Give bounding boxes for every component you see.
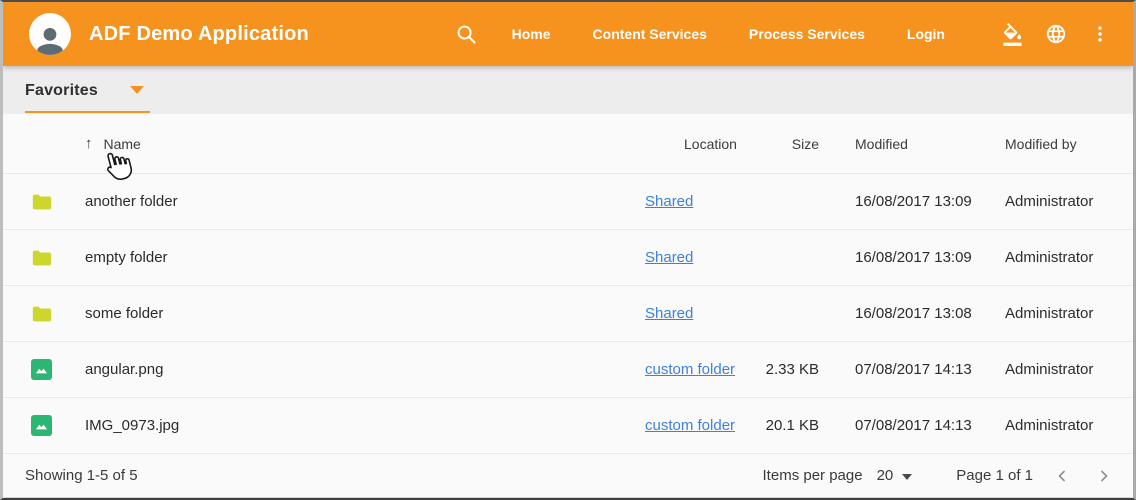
paginator: Items per page 20 Page 1 of 1 xyxy=(763,463,1117,489)
modified-date: 07/08/2017 14:13 xyxy=(839,417,989,434)
modified-by: Administrator xyxy=(989,417,1109,434)
modified-date: 16/08/2017 13:09 xyxy=(839,249,989,266)
table-row[interactable]: empty folder Shared 16/08/2017 13:09 Adm… xyxy=(3,230,1133,286)
items-per-page-label: Items per page xyxy=(763,467,863,484)
file-size: 2.33 KB xyxy=(754,361,839,378)
column-header-size[interactable]: Size xyxy=(754,136,839,152)
appbar-tool-icons xyxy=(981,21,1113,47)
table-footer: Showing 1-5 of 5 Items per page 20 Page … xyxy=(3,454,1133,497)
items-per-page-value: 20 xyxy=(877,467,894,484)
nav-home[interactable]: Home xyxy=(512,26,551,42)
color-fill-icon[interactable] xyxy=(999,21,1025,47)
location-link[interactable]: custom folder xyxy=(645,361,735,378)
file-name[interactable]: some folder xyxy=(85,305,639,322)
language-globe-icon[interactable] xyxy=(1043,21,1069,47)
sort-ascending-arrow-icon[interactable]: ↑ xyxy=(85,135,93,152)
table-row[interactable]: another folder Shared 16/08/2017 13:09 A… xyxy=(3,174,1133,230)
table-row[interactable]: some folder Shared 16/08/2017 13:08 Admi… xyxy=(3,286,1133,342)
modified-by: Administrator xyxy=(989,305,1109,322)
nav-login[interactable]: Login xyxy=(907,26,945,42)
column-header-modified-by[interactable]: Modified by xyxy=(989,136,1109,152)
nav-process-services[interactable]: Process Services xyxy=(749,26,865,42)
chevron-right-icon[interactable] xyxy=(1091,463,1117,489)
location-link[interactable]: Shared xyxy=(645,193,693,210)
column-header-name[interactable]: ↑ Name xyxy=(85,135,639,152)
modified-date: 16/08/2017 13:08 xyxy=(839,305,989,322)
items-per-page-select[interactable]: 20 xyxy=(877,467,913,484)
column-header-name-label: Name xyxy=(104,136,141,152)
showing-count: Showing 1-5 of 5 xyxy=(25,467,138,484)
app-header: ADF Demo Application Home Content Servic… xyxy=(3,2,1133,66)
file-name[interactable]: IMG_0973.jpg xyxy=(85,417,639,434)
folder-icon xyxy=(31,303,53,325)
nav-content-services[interactable]: Content Services xyxy=(593,26,707,42)
image-icon xyxy=(31,415,52,436)
location-link[interactable]: custom folder xyxy=(645,417,735,434)
modified-by: Administrator xyxy=(989,193,1109,210)
modified-by: Administrator xyxy=(989,361,1109,378)
tab-favorites[interactable]: Favorites xyxy=(25,82,150,113)
image-icon xyxy=(31,359,52,380)
appbar-actions: Home Content Services Process Services L… xyxy=(454,21,1113,47)
document-list: ↑ Name Location Size Modified Modified b… xyxy=(3,114,1133,497)
file-name[interactable]: empty folder xyxy=(85,249,639,266)
location-link[interactable]: Shared xyxy=(645,305,693,322)
app-title: ADF Demo Application xyxy=(89,23,309,46)
tab-favorites-label: Favorites xyxy=(25,82,98,100)
column-header-modified[interactable]: Modified xyxy=(839,136,989,152)
folder-icon xyxy=(31,247,53,269)
view-tab-bar: Favorites xyxy=(3,66,1133,114)
user-avatar-icon[interactable] xyxy=(29,13,71,55)
file-name[interactable]: another folder xyxy=(85,193,639,210)
modified-date: 07/08/2017 14:13 xyxy=(839,361,989,378)
folder-icon xyxy=(31,191,53,213)
table-row[interactable]: IMG_0973.jpg custom folder 20.1 KB 07/08… xyxy=(3,398,1133,454)
modified-date: 16/08/2017 13:09 xyxy=(839,193,989,210)
search-icon[interactable] xyxy=(454,21,480,47)
chevron-left-icon[interactable] xyxy=(1049,463,1075,489)
table-row[interactable]: angular.png custom folder 2.33 KB 07/08/… xyxy=(3,342,1133,398)
location-link[interactable]: Shared xyxy=(645,249,693,266)
page-indicator: Page 1 of 1 xyxy=(956,467,1033,484)
file-name[interactable]: angular.png xyxy=(85,361,639,378)
column-header-location[interactable]: Location xyxy=(639,136,754,152)
chevron-down-icon xyxy=(130,86,144,94)
modified-by: Administrator xyxy=(989,249,1109,266)
file-size: 20.1 KB xyxy=(754,417,839,434)
app-window: ADF Demo Application Home Content Servic… xyxy=(0,0,1136,500)
more-vertical-icon[interactable] xyxy=(1087,21,1113,47)
table-header-row: ↑ Name Location Size Modified Modified b… xyxy=(3,114,1133,174)
chevron-down-icon xyxy=(902,474,912,480)
